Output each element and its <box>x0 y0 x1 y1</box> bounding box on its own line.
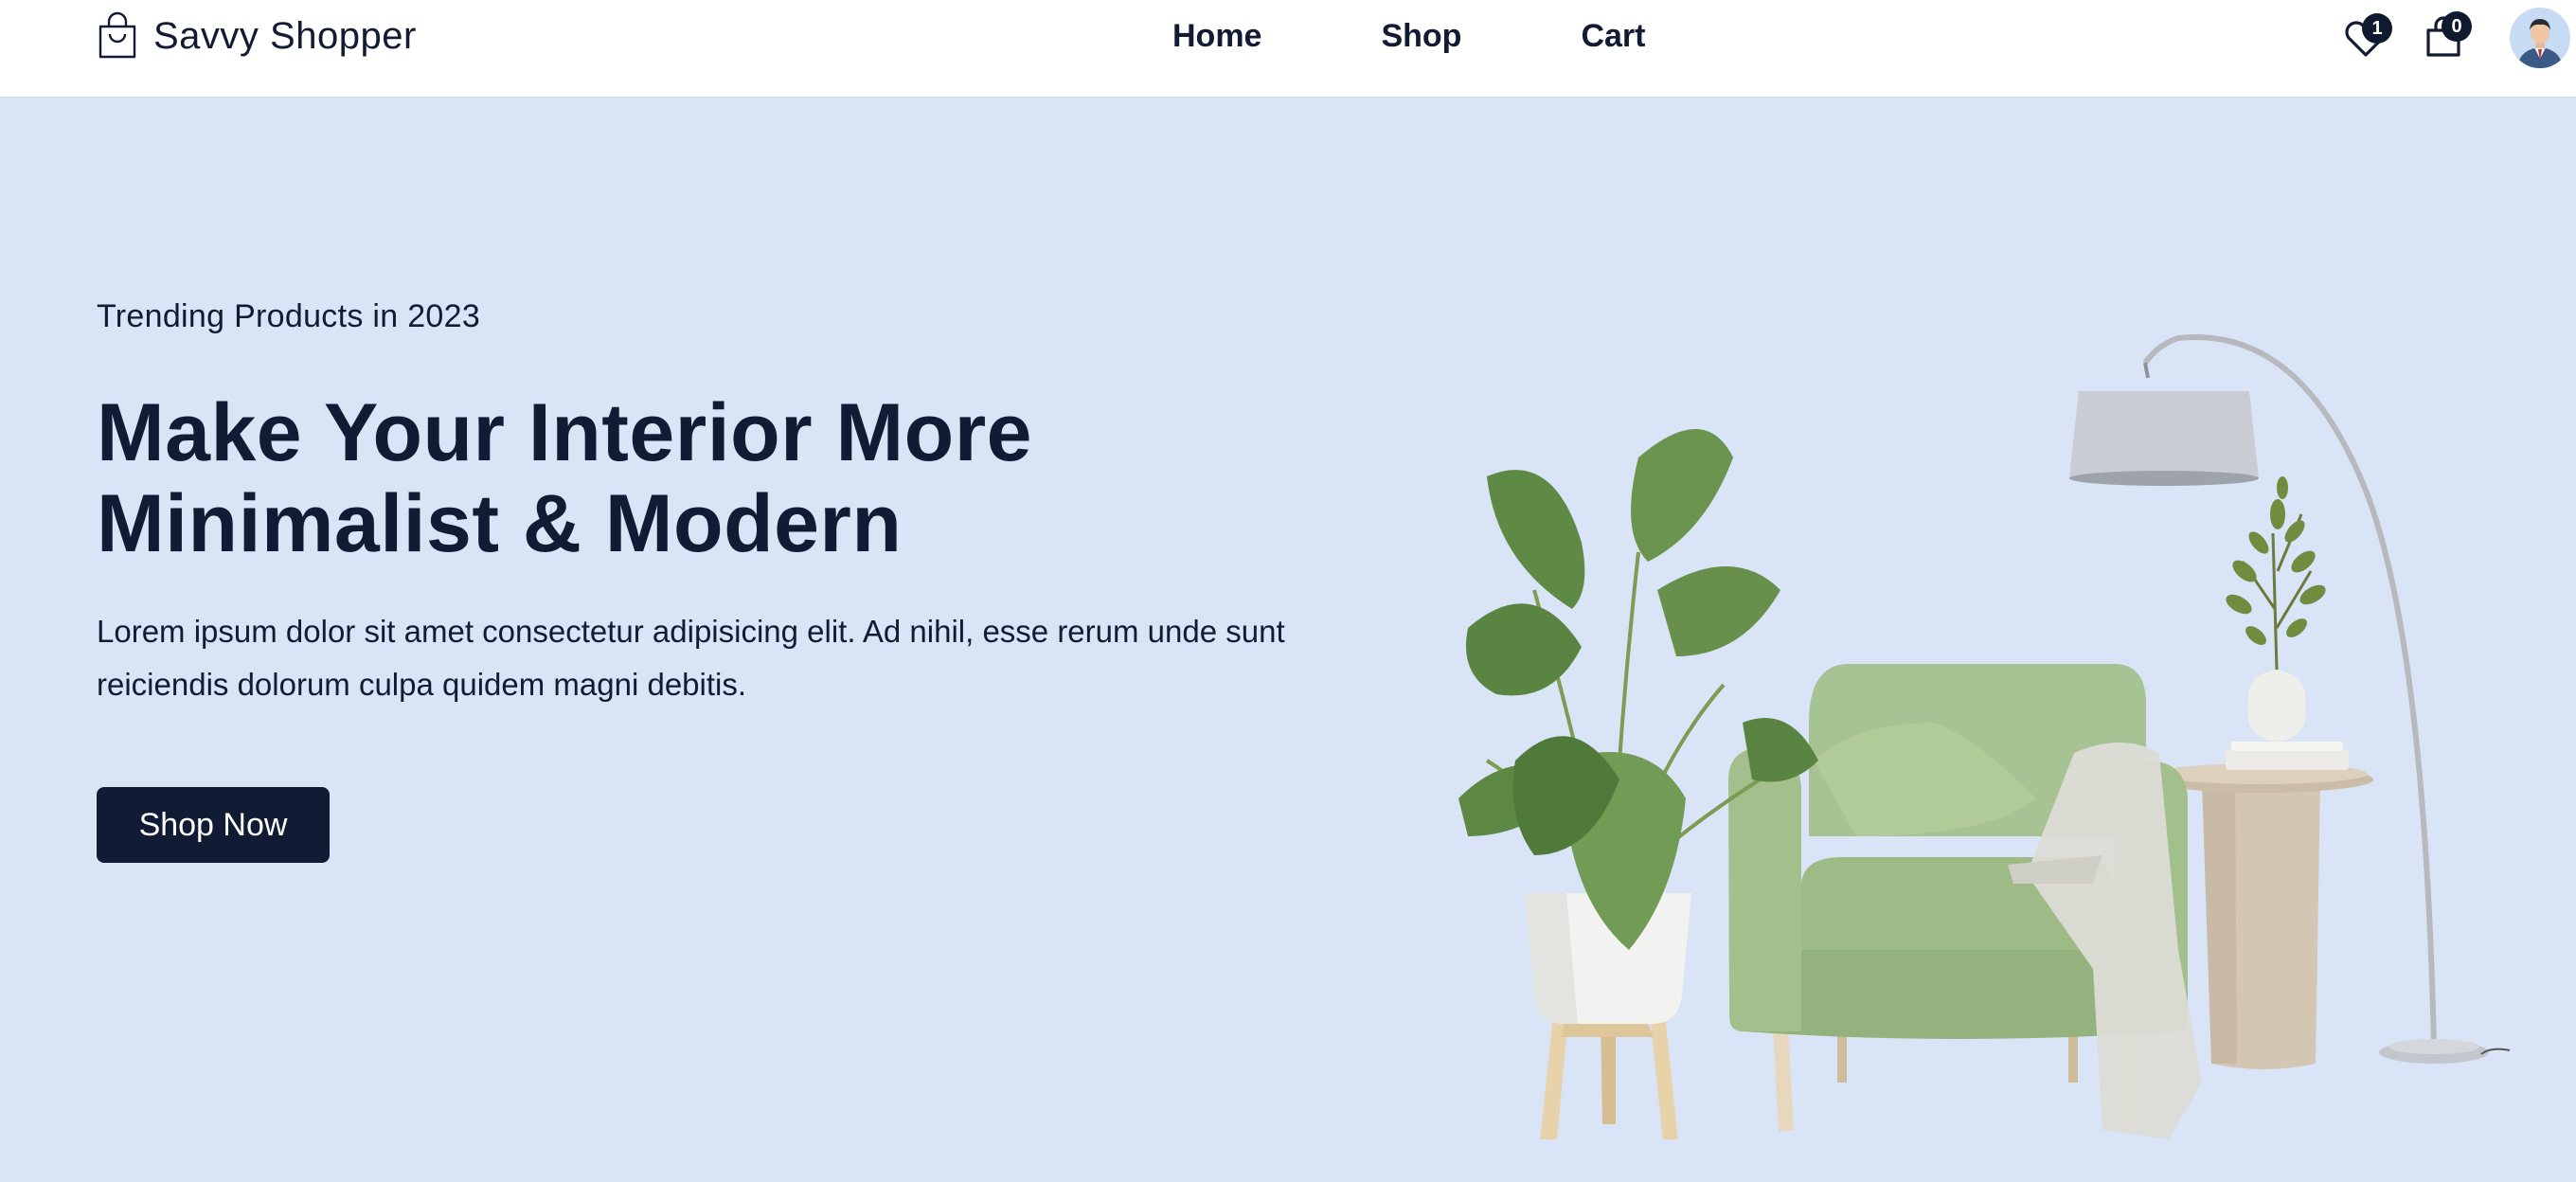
cart-button[interactable]: 0 <box>2419 11 2472 63</box>
small-vase-plant <box>2226 476 2326 742</box>
nav-link-shop[interactable]: Shop <box>1381 13 1461 59</box>
hero-headline-line2: Minimalist & Modern <box>97 478 903 569</box>
hero-eyebrow: Trending Products in 2023 <box>97 298 481 334</box>
hero-headline-line1: Make Your Interior More <box>97 387 1032 478</box>
nav-link-home[interactable]: Home <box>1172 13 1261 59</box>
user-avatar[interactable] <box>2510 8 2570 68</box>
shopping-bag-icon <box>98 11 136 59</box>
wishlist-count-badge: 1 <box>2362 13 2392 44</box>
wishlist-button[interactable]: 1 <box>2339 13 2392 63</box>
hero-description: Lorem ipsum dolor sit amet consectetur a… <box>97 614 1285 702</box>
main-nav: Home Shop Cart <box>1172 13 1645 59</box>
navbar: Savvy Shopper Home Shop Cart 1 0 <box>0 0 2576 98</box>
cart-count-badge: 0 <box>2442 11 2472 42</box>
brand-link[interactable]: Savvy Shopper <box>97 11 417 61</box>
hero-headline: Make Your Interior More Minimalist & Mod… <box>97 387 1233 569</box>
hero-furniture-illustration <box>1458 334 2511 1139</box>
brand-name: Savvy Shopper <box>153 14 417 57</box>
shop-now-button[interactable]: Shop Now <box>97 787 330 863</box>
header-actions: 1 0 <box>2330 6 2576 72</box>
user-avatar-icon <box>2510 8 2570 68</box>
nav-link-cart[interactable]: Cart <box>1581 13 1645 59</box>
hero-section: Trending Products in 2023 Make Your Inte… <box>0 98 2576 1182</box>
